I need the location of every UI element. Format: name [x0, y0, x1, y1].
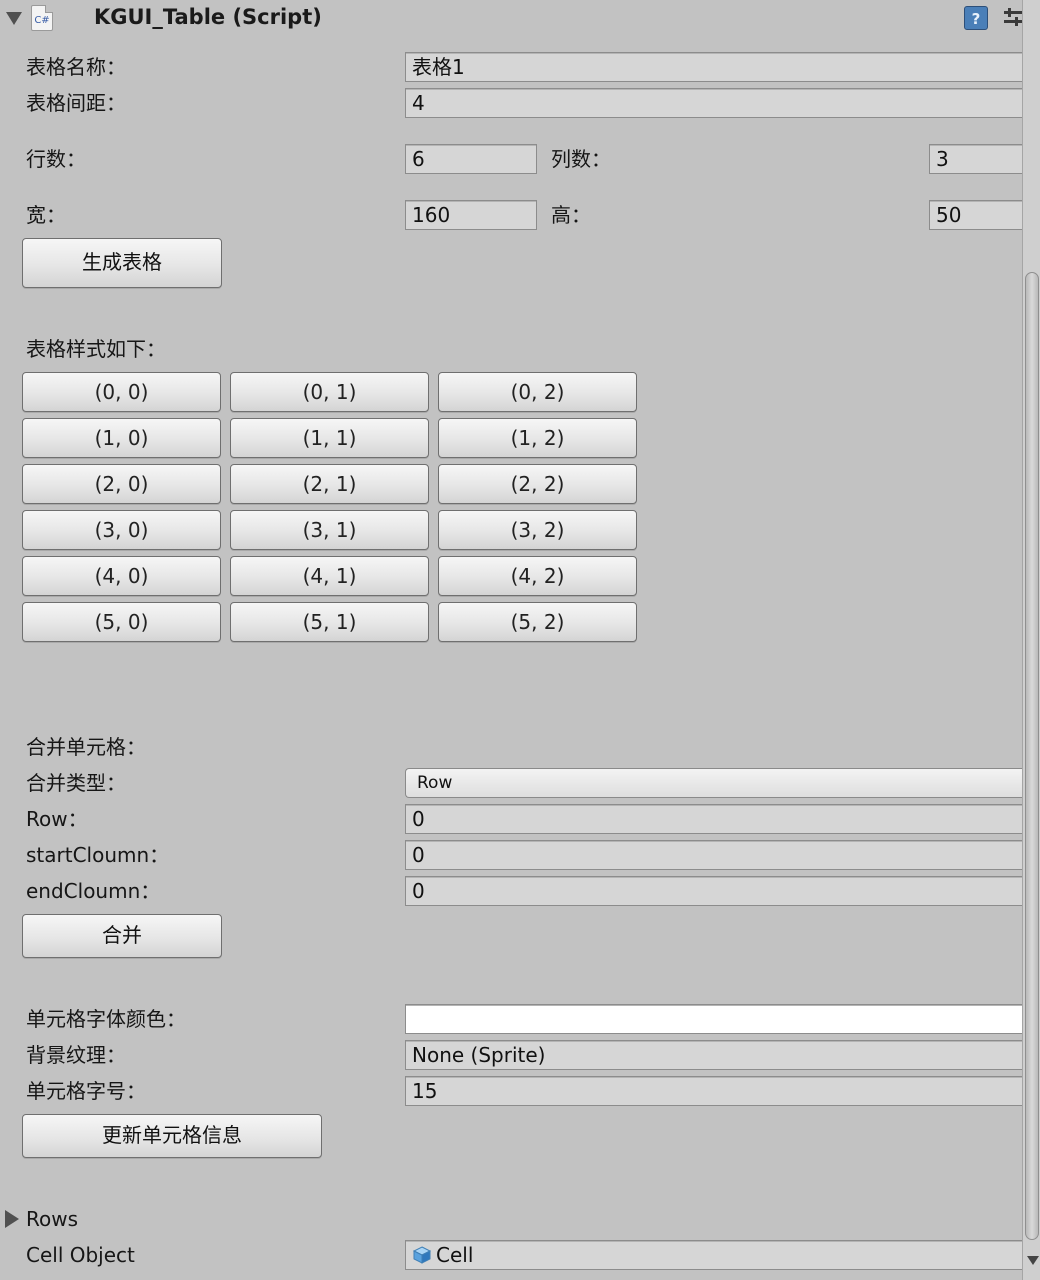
font-color-field[interactable]	[405, 1004, 1025, 1034]
cube-icon	[412, 1246, 432, 1264]
grid-cell-5-2[interactable]: (5, 2)	[438, 602, 637, 642]
rows-field[interactable]: 6	[405, 144, 537, 174]
merge-section-label: 合并单元格：	[26, 735, 146, 759]
grid-cell-3-0[interactable]: (3, 0)	[22, 510, 221, 550]
table-spacing-label: 表格间距：	[26, 91, 126, 115]
merge-row-label: Row：	[26, 807, 88, 831]
rows-foldout-label[interactable]: Rows	[26, 1206, 78, 1232]
csharp-script-icon: C#	[31, 5, 53, 31]
component-title: KGUI_Table (Script)	[94, 5, 322, 29]
update-cell-info-button[interactable]: 更新单元格信息	[22, 1114, 322, 1158]
merge-button[interactable]: 合并	[22, 914, 222, 958]
width-label: 宽：	[26, 203, 66, 227]
grid-cell-3-1[interactable]: (3, 1)	[230, 510, 429, 550]
grid-cell-0-0[interactable]: (0, 0)	[22, 372, 221, 412]
table-name-label: 表格名称：	[26, 55, 126, 79]
grid-cell-2-1[interactable]: (2, 1)	[230, 464, 429, 504]
start-column-field[interactable]: 0	[405, 840, 1025, 870]
table-name-field[interactable]: 表格1	[405, 52, 1025, 82]
grid-cell-2-0[interactable]: (2, 0)	[22, 464, 221, 504]
grid-cell-3-2[interactable]: (3, 2)	[438, 510, 637, 550]
end-column-field[interactable]: 0	[405, 876, 1025, 906]
rows-label: 行数：	[26, 147, 86, 171]
grid-cell-1-0[interactable]: (1, 0)	[22, 418, 221, 458]
merge-type-label: 合并类型：	[26, 771, 126, 795]
table-spacing-field[interactable]: 4	[405, 88, 1025, 118]
component-header: C# KGUI_Table (Script) ?	[0, 0, 1022, 38]
width-field[interactable]: 160	[405, 200, 537, 230]
height-field[interactable]: 50	[929, 200, 1025, 230]
settings-icon[interactable]	[1004, 8, 1022, 30]
height-label: 高：	[551, 203, 591, 227]
font-size-label: 单元格字号：	[26, 1079, 146, 1103]
background-texture-label: 背景纹理：	[26, 1043, 126, 1067]
cols-label: 列数：	[551, 147, 611, 171]
generate-table-button[interactable]: 生成表格	[22, 238, 222, 288]
grid-cell-4-0[interactable]: (4, 0)	[22, 556, 221, 596]
cell-object-field[interactable]: Cell	[405, 1240, 1025, 1270]
start-column-label: startCloumn：	[26, 843, 170, 867]
background-texture-field[interactable]: None (Sprite)	[405, 1040, 1025, 1070]
grid-cell-5-1[interactable]: (5, 1)	[230, 602, 429, 642]
grid-cell-2-2[interactable]: (2, 2)	[438, 464, 637, 504]
foldout-arrow-icon[interactable]	[6, 12, 22, 25]
grid-cell-1-2[interactable]: (1, 2)	[438, 418, 637, 458]
grid-cell-0-1[interactable]: (0, 1)	[230, 372, 429, 412]
scrollbar-thumb[interactable]	[1025, 272, 1039, 1240]
font-size-field[interactable]: 15	[405, 1076, 1025, 1106]
help-icon[interactable]: ?	[964, 6, 988, 30]
grid-cell-4-1[interactable]: (4, 1)	[230, 556, 429, 596]
rows-foldout-arrow-icon[interactable]	[5, 1210, 19, 1228]
end-column-label: endCloumn：	[26, 879, 161, 903]
cell-object-label: Cell Object	[26, 1243, 135, 1267]
cols-field[interactable]: 3	[929, 144, 1025, 174]
merge-row-field[interactable]: 0	[405, 804, 1025, 834]
grid-cell-5-0[interactable]: (5, 0)	[22, 602, 221, 642]
scroll-down-arrow-icon[interactable]	[1027, 1256, 1039, 1265]
grid-cell-0-2[interactable]: (0, 2)	[438, 372, 637, 412]
merge-type-dropdown[interactable]: Row	[405, 768, 1025, 798]
font-color-label: 单元格字体颜色：	[26, 1007, 186, 1031]
grid-cell-4-2[interactable]: (4, 2)	[438, 556, 637, 596]
grid-cell-1-1[interactable]: (1, 1)	[230, 418, 429, 458]
table-style-label: 表格样式如下：	[26, 337, 166, 361]
